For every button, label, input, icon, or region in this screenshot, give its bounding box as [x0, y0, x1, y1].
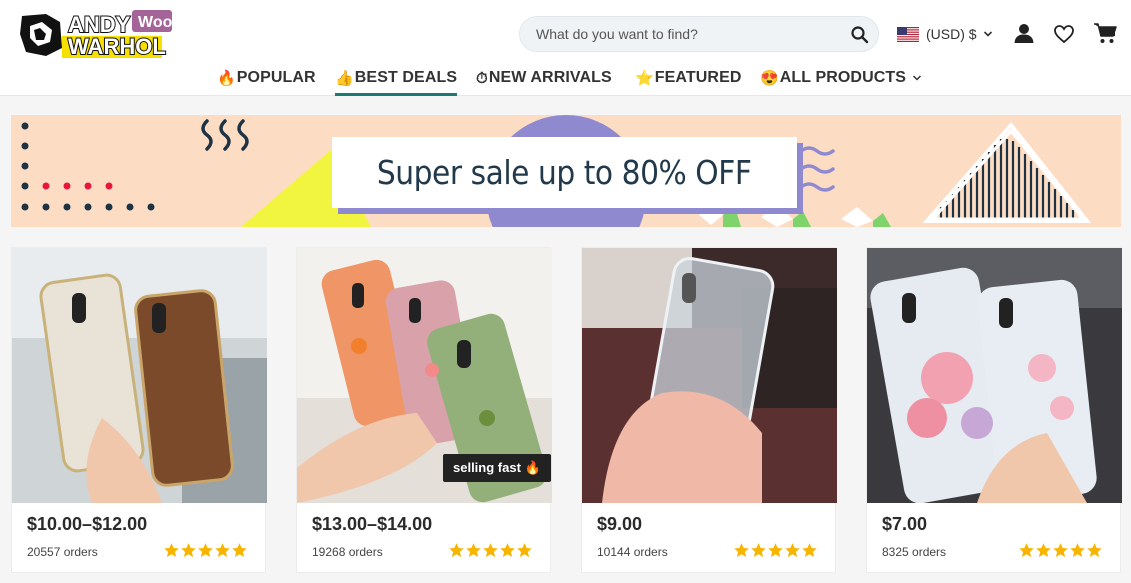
product-photo: [867, 248, 1122, 503]
product-card[interactable]: selling fast 🔥 $13.00–$14.00 19268 order…: [296, 247, 552, 573]
brand-logo-graphic: ANDY WARHOL Woo: [18, 10, 173, 60]
star-icon: [1070, 543, 1085, 557]
star-icon: [483, 543, 498, 557]
star-icon: [215, 543, 230, 557]
product-photo: [12, 248, 267, 503]
star-icon: [500, 543, 515, 557]
star-icon: [751, 543, 766, 557]
star-icon: [802, 543, 817, 557]
us-flag-icon: [897, 26, 919, 42]
star-icon: [198, 543, 213, 557]
brand-tag: Woo: [138, 14, 173, 31]
star-icon: [1036, 543, 1051, 557]
product-price: $13.00–$14.00: [312, 514, 433, 534]
brand-line2: WARHOL: [68, 34, 166, 59]
product-image[interactable]: [12, 248, 267, 503]
nav-item-label: ALL PRODUCTS: [779, 69, 907, 86]
star-icon: [734, 543, 749, 557]
thumbs-up-icon: 👍: [335, 70, 354, 87]
rating-stars: [733, 542, 818, 559]
currency-selector[interactable]: (USD) $: [897, 24, 993, 44]
star-icon: [517, 543, 532, 557]
fire-icon: 🔥: [217, 70, 236, 87]
promo-banner[interactable]: Super sale up to 80% OFF: [11, 115, 1121, 227]
product-image[interactable]: [582, 248, 837, 503]
banner-headline: Super sale up to 80% OFF: [377, 153, 752, 192]
star-icon: ⭐: [635, 70, 654, 87]
banner-headline-box: Super sale up to 80% OFF: [332, 137, 797, 208]
nav-item-label: POPULAR: [236, 69, 316, 86]
star-icon: [768, 543, 783, 557]
product-image[interactable]: [867, 248, 1122, 503]
nav-item-best-deals[interactable]: 👍 BEST DEALS: [335, 68, 458, 96]
nav-item-popular[interactable]: 🔥 POPULAR: [217, 68, 316, 88]
star-icon: [785, 543, 800, 557]
rating-stars: [163, 542, 248, 559]
site-header: ANDY WARHOL Woo (USD) $: [0, 0, 1131, 96]
product-photo: [582, 248, 837, 503]
star-icon: [1087, 543, 1102, 557]
stopwatch-icon: ⏱: [476, 69, 488, 87]
star-icon: [1053, 543, 1068, 557]
star-icon: [181, 543, 196, 557]
product-card[interactable]: $10.00–$12.00 20557 orders: [11, 247, 267, 573]
product-orders: 19268 orders: [312, 545, 383, 559]
nav-item-new-arrivals[interactable]: ⏱ NEW ARRIVALS: [476, 68, 612, 88]
star-icon: [449, 543, 464, 557]
star-icon: [164, 543, 179, 557]
product-price: $10.00–$12.00: [27, 514, 148, 534]
selling-fast-badge: selling fast 🔥: [443, 454, 551, 482]
product-price: $7.00: [882, 514, 928, 534]
product-price: $9.00: [597, 514, 643, 534]
search-bar: [519, 16, 879, 52]
product-card[interactable]: $9.00 10144 orders: [581, 247, 837, 573]
product-orders: 10144 orders: [597, 545, 668, 559]
user-icon[interactable]: [1013, 22, 1035, 44]
star-icon: [232, 543, 247, 557]
chevron-down-icon: [913, 75, 922, 81]
nav-item-all-products[interactable]: 😍 ALL PRODUCTS: [760, 68, 922, 88]
heart-icon[interactable]: [1053, 23, 1075, 45]
heart-eyes-icon: 😍: [760, 70, 779, 87]
star-icon: [1019, 543, 1034, 557]
nav-item-label: NEW ARRIVALS: [488, 69, 612, 86]
product-orders: 8325 orders: [882, 545, 947, 559]
main-nav: 🔥 POPULAR 👍 BEST DEALS ⏱ NEW ARRIVALS ⭐ …: [0, 62, 1131, 96]
cart-icon[interactable]: [1093, 21, 1117, 45]
nav-item-featured[interactable]: ⭐ FEATURED: [635, 68, 742, 88]
search-icon[interactable]: [850, 25, 870, 45]
star-icon: [466, 543, 481, 557]
product-orders: 20557 orders: [27, 545, 98, 559]
rating-stars: [448, 542, 533, 559]
rating-stars: [1018, 542, 1103, 559]
brand-logo[interactable]: ANDY WARHOL Woo: [16, 8, 176, 60]
chevron-down-icon: [983, 31, 992, 37]
nav-item-label: BEST DEALS: [354, 69, 458, 86]
product-card[interactable]: $7.00 8325 orders: [866, 247, 1122, 573]
nav-item-label: FEATURED: [654, 69, 742, 86]
currency-label: (USD) $: [926, 26, 977, 42]
search-input[interactable]: [536, 17, 836, 51]
